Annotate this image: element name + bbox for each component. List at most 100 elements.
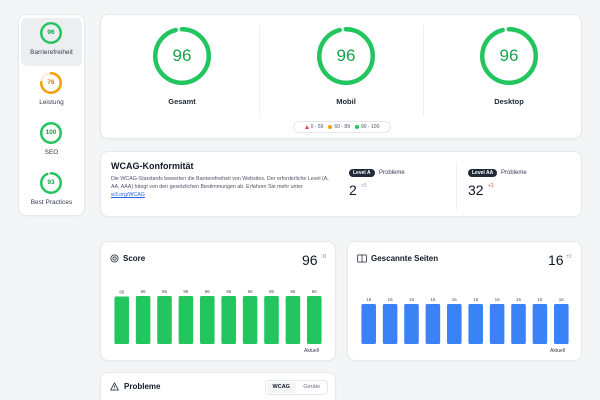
wcag-title: WCAG-Konformität <box>111 161 194 171</box>
sidebar-item-seo[interactable]: 100 SEO <box>21 118 82 166</box>
circle-icon <box>355 125 359 129</box>
bar[interactable] <box>157 296 172 344</box>
score-current: 96 <box>302 252 318 268</box>
bar-data-label: 16 <box>409 297 415 302</box>
bar[interactable] <box>425 304 441 344</box>
bar-data-label: 96 <box>248 289 254 294</box>
score-delta: 0 <box>323 254 326 260</box>
wcag-link[interactable]: w3.org/WCAG <box>111 192 145 198</box>
bar-chart-svg: 16 16 16 16 16 16 16 16 16 16 <box>361 297 569 344</box>
bar[interactable] <box>264 296 279 344</box>
bar-data-label: 16 <box>559 297 565 302</box>
wcag-card: WCAG-Konformität Die WCAG-Standards bewe… <box>100 151 582 217</box>
level-aa-count: 32 <box>468 182 484 198</box>
bar[interactable] <box>554 304 569 344</box>
score-value: 96 <box>499 46 519 65</box>
wcag-description-text: Die WCAG-Standards bewerten die Barriere… <box>111 176 329 190</box>
target-icon <box>110 254 119 263</box>
score-ring: 96 <box>480 27 538 85</box>
legend-item: 90 - 100 <box>355 124 379 130</box>
tab-wcag[interactable]: WCAG <box>267 382 296 393</box>
pages-chart-title: Gescannte Seiten <box>371 254 439 263</box>
probleme-title: Probleme <box>124 382 161 391</box>
sidebar-score-ring: 76 <box>40 72 62 94</box>
divider <box>423 25 424 117</box>
bar-data-label: 16 <box>452 297 458 302</box>
score-aktuell-label: Aktuell <box>304 348 320 354</box>
sidebar-item-best-practices[interactable]: 93 Best Practices <box>21 168 82 216</box>
sidebar-item-label: Barrierefreiheit <box>30 49 73 56</box>
level-aa-delta: +2 <box>488 183 494 189</box>
bar[interactable] <box>511 304 526 344</box>
sidebar-score-ring: 93 <box>40 172 62 194</box>
bar[interactable] <box>489 304 505 344</box>
bar-data-label: 16 <box>388 297 394 302</box>
pages-icon <box>357 254 367 263</box>
pages-chart-header: Gescannte Seiten <box>357 254 438 263</box>
score-value: 96 <box>336 46 356 65</box>
pages-current: 16 <box>548 252 564 268</box>
bar-data-label: 16 <box>366 297 372 302</box>
bar[interactable] <box>221 296 236 344</box>
bar-data-label: 96 <box>269 289 275 294</box>
bar-data-label: 96 <box>290 289 296 294</box>
level-aa-block: Level AA Probleme 32 +2 <box>468 169 568 209</box>
legend-item: 60 - 89 <box>328 124 350 130</box>
bar[interactable] <box>382 304 398 344</box>
sidebar-item-leistung[interactable]: 76 Leistung <box>21 68 82 116</box>
bar[interactable] <box>361 304 376 344</box>
pages-aktuell-label: Aktuell <box>550 348 566 354</box>
bar[interactable] <box>285 296 301 344</box>
scores-card: 96 Gesamt 96 Mobil 96 Desktop 0 - 59 60 - 89 90… <box>100 14 582 139</box>
bar[interactable] <box>307 296 322 344</box>
bar-data-label: 95 <box>119 290 125 295</box>
score-label: Gesamt <box>168 97 196 106</box>
circle-icon <box>328 125 333 129</box>
bar-data-label: 96 <box>226 289 232 294</box>
divider <box>259 25 260 117</box>
bar-data-label: 16 <box>430 297 436 302</box>
score-legend: 0 - 59 60 - 89 90 - 100 <box>293 121 391 133</box>
legend-label: 90 - 100 <box>361 124 380 130</box>
sidebar-item-barrierefreiheit[interactable]: 96 Barrierefreiheit <box>21 18 82 66</box>
sidebar-score-ring: 100 <box>40 122 62 144</box>
score-chart-title: Score <box>123 254 146 263</box>
pages-chart-card: Gescannte Seiten 16 ±0 16 16 16 16 16 16 16 16 1… <box>347 241 582 361</box>
bar[interactable] <box>135 296 151 344</box>
bar-data-label: 96 <box>162 289 168 294</box>
score-label: Mobil <box>336 97 356 106</box>
pages-bar-chart: 16 16 16 16 16 16 16 16 16 16 <box>358 286 572 344</box>
bar-data-label: 96 <box>141 289 147 294</box>
bar[interactable] <box>468 304 483 344</box>
sidebar-item-label: Best Practices <box>30 199 73 206</box>
bar[interactable] <box>532 304 548 344</box>
bar[interactable] <box>178 296 194 344</box>
divider <box>456 162 457 210</box>
bar[interactable] <box>404 304 419 344</box>
tab-geraete[interactable]: Geräte <box>298 382 327 393</box>
warning-icon <box>110 382 119 391</box>
level-a-delta: ±0 <box>361 183 367 189</box>
bar[interactable] <box>200 296 215 344</box>
bar[interactable] <box>114 296 129 345</box>
bar-chart-svg: 95 96 96 96 96 96 96 96 96 96 <box>114 289 322 345</box>
legend-label: 60 - 89 <box>334 124 350 130</box>
pages-delta: ±0 <box>566 254 572 260</box>
sidebar-score-value: 96 <box>47 29 55 36</box>
score-ring: 96 <box>317 27 375 85</box>
bar-data-label: 96 <box>183 289 189 294</box>
legend-label: 0 - 59 <box>310 124 324 130</box>
sidebar-item-label: SEO <box>44 149 59 156</box>
bar[interactable] <box>242 296 258 344</box>
sidebar-score-value: 100 <box>45 129 57 136</box>
bar-data-label: 96 <box>312 289 318 294</box>
score-desktop: 96 Desktop <box>434 27 584 117</box>
category-sidebar: 96 Barrierefreiheit 76 Leistung 100 SEO 93 Best… <box>18 14 85 216</box>
score-mobil: 96 Mobil <box>271 27 421 117</box>
score-value: 96 <box>172 46 192 65</box>
score-label: Desktop <box>494 97 524 106</box>
bar[interactable] <box>447 304 462 344</box>
sidebar-score-value: 93 <box>47 179 55 186</box>
bar-data-label: 96 <box>205 289 211 294</box>
bar-data-label: 16 <box>516 297 522 302</box>
